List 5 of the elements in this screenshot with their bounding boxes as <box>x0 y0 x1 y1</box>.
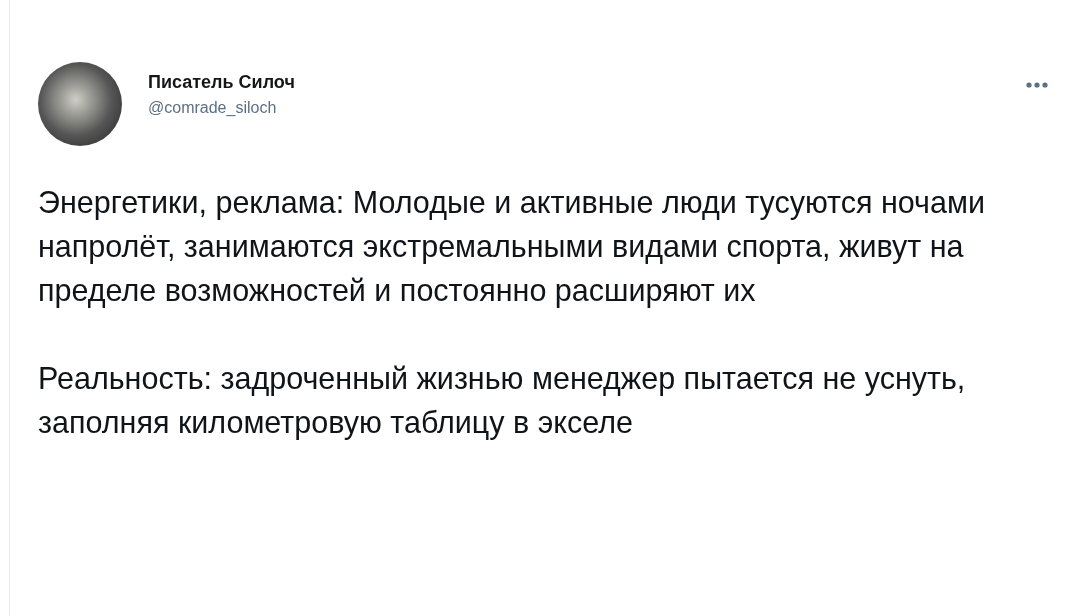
author-handle[interactable]: @comrade_siloch <box>148 99 295 117</box>
tweet-text: Реальность: задроченный жизнью менеджер пытается не уснуть, заполняя километровую таблицу в экселе <box>38 360 967 442</box>
tweet-text: Энергетики, реклама: Молодые и активные люди тусуются ночами напролёт, занимаются экстремальными видами спорта, живут на пределе возможностей и постоянно расширяют их <box>38 184 986 310</box>
author-name[interactable]: Писатель Силоч <box>148 72 295 93</box>
more-options-icon[interactable] <box>1026 82 1048 88</box>
